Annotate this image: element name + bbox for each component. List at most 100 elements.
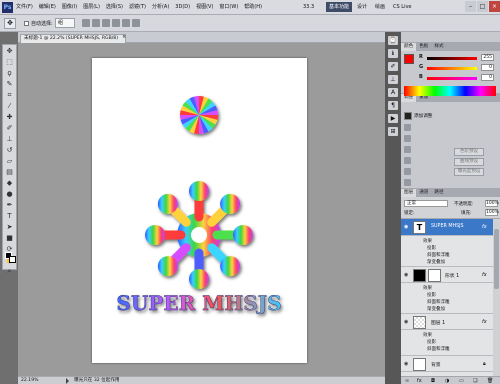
document-tab[interactable]: 未标题-1 @ 22.2% (SUPER MHSJS, RGB/8) — [20, 34, 126, 43]
effect-item[interactable]: 斜面和浮雕 — [427, 299, 450, 305]
color-spectrum-bar[interactable] — [404, 86, 496, 96]
foreground-color-chip[interactable] — [404, 54, 414, 64]
layer-row-background[interactable]: ◉ 背景 🔒︎ — [401, 355, 493, 372]
close-icon[interactable]: × — [489, 1, 500, 12]
fill-field[interactable]: 100% — [485, 209, 499, 216]
zoom-tool-icon[interactable]: ⌕ — [5, 267, 14, 276]
dodge-tool-icon[interactable]: ● — [5, 190, 14, 199]
background-color-swatch[interactable] — [9, 256, 16, 263]
brush-panel-icon[interactable]: ✐ — [388, 62, 398, 71]
align-right-icon[interactable] — [132, 19, 140, 27]
menu-edit[interactable]: 编辑(E) — [39, 4, 56, 11]
add-style-icon[interactable]: fx — [417, 378, 422, 384]
effect-item[interactable]: 投影 — [427, 292, 436, 298]
layer-effects-icon[interactable]: fx — [482, 224, 487, 230]
brush-tool-icon[interactable]: ✐ — [5, 124, 14, 133]
menu-image[interactable]: 图像(I) — [62, 4, 77, 11]
healing-brush-tool-icon[interactable]: ✚ — [5, 113, 14, 122]
eraser-tool-icon[interactable]: ▱ — [5, 157, 14, 166]
link-layers-icon[interactable]: ∞ — [405, 378, 409, 384]
tab-paths[interactable]: 路径 — [431, 189, 446, 197]
new-layer-icon[interactable]: ❏ — [473, 378, 477, 384]
curves-preset-item[interactable]: 曲线预设 — [454, 158, 484, 166]
menu-analysis[interactable]: 分析(A) — [152, 4, 169, 11]
effect-item[interactable]: 斜面和浮雕 — [427, 346, 450, 352]
zoom-field[interactable]: 22.19% — [21, 377, 39, 384]
properties-panel-icon[interactable]: ℹ — [388, 49, 398, 58]
scrollbar-thumb[interactable] — [494, 229, 499, 289]
minimize-icon[interactable]: – — [465, 1, 476, 12]
exposure-icon[interactable] — [404, 157, 411, 164]
opacity-field[interactable]: 100% — [485, 200, 499, 207]
layer-effects-icon[interactable]: fx — [482, 272, 487, 278]
workspace-essentials[interactable]: 基本功能 — [326, 2, 353, 12]
visibility-eye-icon[interactable]: ◉ — [404, 272, 408, 278]
menu-window[interactable]: 窗口(W) — [219, 4, 238, 11]
workspace-design[interactable]: 设计 — [354, 2, 370, 12]
quick-select-tool-icon[interactable]: ✎ — [5, 80, 14, 89]
red-track[interactable] — [427, 57, 477, 60]
menu-help[interactable]: 帮助(H) — [244, 4, 262, 11]
layers-scrollbar[interactable] — [493, 219, 500, 376]
shape-tool-icon[interactable]: ■ — [5, 234, 14, 243]
new-group-icon[interactable]: ▭ — [459, 378, 464, 384]
levels-icon[interactable] — [404, 135, 411, 142]
blur-tool-icon[interactable]: ◆ — [5, 179, 14, 188]
menu-layer[interactable]: 图层(L) — [83, 4, 100, 11]
effect-item[interactable]: 渐变叠加 — [427, 306, 445, 312]
gradient-tool-icon[interactable]: ▤ — [5, 168, 14, 177]
adjustment-preset-icon[interactable] — [404, 112, 412, 120]
align-center-icon[interactable] — [122, 19, 130, 27]
effect-item[interactable]: 投影 — [427, 245, 436, 251]
visibility-eye-icon[interactable]: ◉ — [404, 224, 408, 230]
menu-view[interactable]: 视图(V) — [196, 4, 213, 11]
exposure-preset-item[interactable]: 曝光度预设 — [454, 168, 484, 176]
align-left-icon[interactable] — [112, 19, 120, 27]
clone-source-panel-icon[interactable]: ⊥ — [388, 75, 398, 84]
crop-tool-icon[interactable]: ⌗ — [5, 91, 14, 100]
align-top-icon[interactable] — [82, 19, 90, 27]
workspace-painting[interactable]: 绘画 — [372, 2, 388, 12]
auto-select-checkbox[interactable] — [24, 21, 29, 26]
layer-row-shape[interactable]: ◉ 形状 1 fx — [401, 266, 493, 283]
type-tool-icon[interactable]: T — [5, 212, 14, 221]
align-middle-icon[interactable] — [92, 19, 100, 27]
history-brush-tool-icon[interactable]: ↺ — [5, 146, 14, 155]
green-value-field[interactable]: 0 — [481, 64, 494, 71]
paragraph-panel-icon[interactable]: ¶ — [388, 101, 398, 110]
visibility-eye-icon[interactable]: ◉ — [404, 319, 408, 325]
move-tool-preset-icon[interactable]: ✥ — [4, 18, 16, 29]
menu-filter[interactable]: 滤镜(T) — [129, 4, 146, 11]
menu-file[interactable]: 文件(F) — [16, 4, 33, 11]
layer-row-image[interactable]: ◉ 图层 1 fx — [401, 313, 493, 330]
canvas[interactable]: SUPER MHSJS — [92, 58, 307, 363]
tab-channels[interactable]: 通道 — [416, 189, 431, 197]
blue-track[interactable] — [427, 77, 477, 80]
tab-color[interactable]: 颜色 — [401, 43, 417, 51]
tab-layers[interactable]: 图层 — [401, 189, 417, 197]
vibrance-icon[interactable] — [404, 168, 411, 175]
status-menu-arrow-icon[interactable] — [66, 378, 69, 384]
marquee-tool-icon[interactable]: ⬚ — [5, 58, 14, 67]
levels-preset-item[interactable]: 色阶预设 — [454, 148, 484, 156]
red-value-field[interactable]: 255 — [481, 54, 494, 61]
effect-item[interactable]: 斜面和浮雕 — [427, 252, 450, 258]
path-selection-tool-icon[interactable]: ➤ — [5, 223, 14, 232]
history-panel-icon[interactable]: ⌚ — [388, 36, 398, 45]
navigator-panel-icon[interactable]: ⊞ — [388, 127, 398, 136]
effect-item[interactable]: 渐变叠加 — [427, 259, 445, 265]
zoom-value[interactable]: 33.3 — [300, 2, 317, 12]
new-adjustment-icon[interactable]: ◑ — [445, 378, 449, 384]
cs-live-button[interactable]: CS Live — [390, 2, 414, 12]
curves-icon[interactable] — [404, 146, 411, 153]
clone-stamp-tool-icon[interactable]: ⊥ — [5, 135, 14, 144]
document-tab-close-icon[interactable]: × — [122, 34, 126, 40]
visibility-eye-icon[interactable]: ◉ — [404, 361, 408, 367]
layer-row-text[interactable]: ◉ T SUPER MHSJS fx — [401, 219, 493, 236]
hue-saturation-icon[interactable] — [404, 179, 411, 186]
delete-layer-icon[interactable]: 🗑︎ — [487, 378, 493, 384]
auto-select-dropdown[interactable]: 组 — [55, 18, 75, 28]
menu-select[interactable]: 选择(S) — [106, 4, 123, 11]
effect-item[interactable]: 投影 — [427, 339, 436, 345]
lasso-tool-icon[interactable]: ϙ — [5, 69, 14, 78]
